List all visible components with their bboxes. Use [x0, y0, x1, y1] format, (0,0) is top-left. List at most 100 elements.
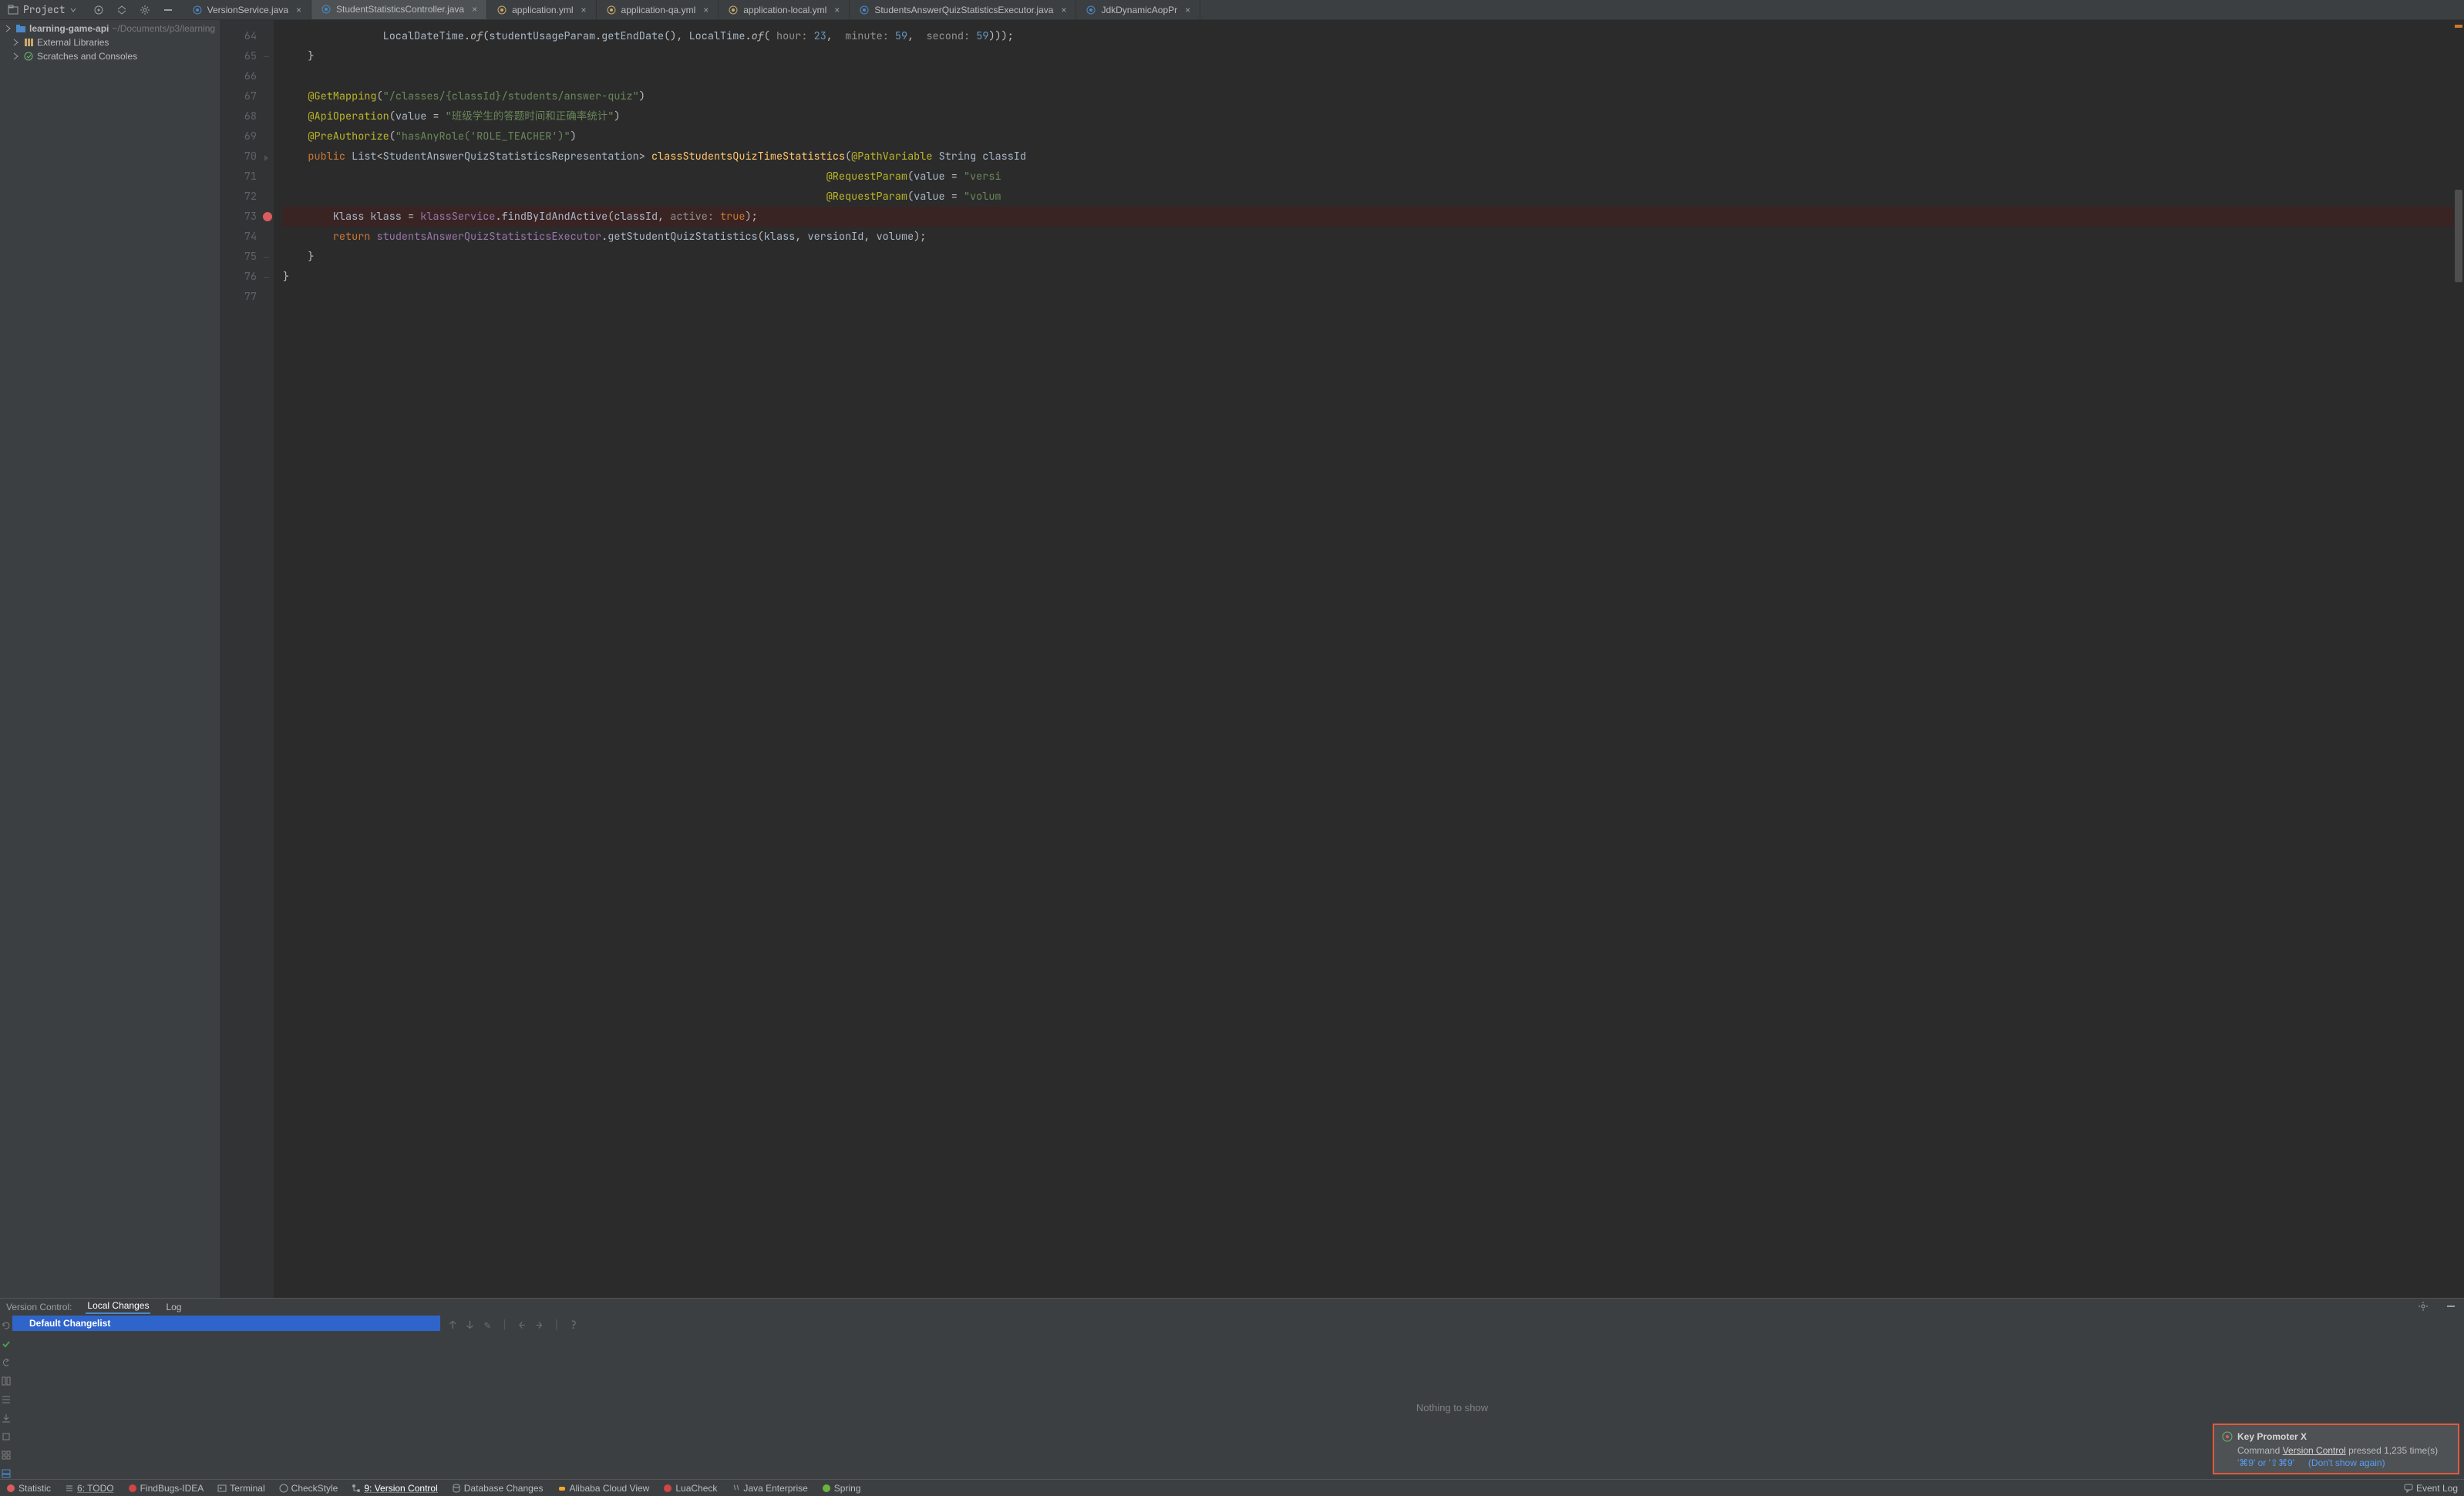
diff-back-icon[interactable]: ←	[519, 1319, 525, 1333]
bottom-bar-item[interactable]: CheckStyle	[279, 1483, 338, 1494]
bottom-bar-item[interactable]: 9: Version Control	[352, 1483, 437, 1494]
bottom-bar-item[interactable]: Statistic	[6, 1483, 51, 1494]
code-line[interactable]: }	[283, 46, 2453, 66]
code-line[interactable]	[283, 287, 2453, 307]
gutter-line[interactable]: 66	[220, 66, 274, 86]
vcs-diff-preview: ↑ ↓ ✎ | ← → | ? Nothing to show	[440, 1316, 2464, 1479]
vcs-tab-local-changes[interactable]: Local Changes	[86, 1300, 150, 1314]
project-root[interactable]: learning-game-api ~/Documents/p3/learnin…	[0, 22, 220, 35]
file-icon	[497, 5, 507, 15]
close-icon[interactable]: ×	[1061, 5, 1066, 15]
commit-icon[interactable]	[1, 1339, 12, 1349]
editor-scrollbar[interactable]	[2453, 20, 2464, 1298]
bottom-bar-item[interactable]: Spring	[822, 1483, 861, 1494]
diff-next-icon[interactable]: ↓	[466, 1319, 473, 1333]
editor-tab[interactable]: StudentsAnswerQuizStatisticsExecutor.jav…	[850, 0, 1076, 19]
bottom-bar-item[interactable]: LuaCheck	[663, 1483, 717, 1494]
code-line[interactable]: public List<StudentAnswerQuizStatisticsR…	[283, 147, 2453, 167]
tree-item-external-libraries[interactable]: External Libraries	[0, 35, 220, 49]
gutter-line[interactable]: 67	[220, 86, 274, 106]
gutter-line[interactable]: 64	[220, 26, 274, 46]
code-line[interactable]: @RequestParam(value = "versi	[283, 167, 2453, 187]
group-icon[interactable]	[1, 1431, 12, 1442]
editor-tab[interactable]: JdkDynamicAopPr×	[1076, 0, 1200, 19]
gutter-line[interactable]: 73	[220, 207, 274, 227]
close-icon[interactable]: ×	[296, 5, 301, 15]
vcs-tab-log[interactable]: Log	[164, 1302, 183, 1312]
gutter-line[interactable]: 65	[220, 46, 274, 66]
close-icon[interactable]: ×	[834, 5, 840, 15]
bottom-bar-item[interactable]: Terminal	[217, 1483, 264, 1494]
top-row: Project VersionService.java×StudentStati…	[0, 0, 2464, 20]
changelist-icon[interactable]	[1, 1394, 12, 1405]
code-area[interactable]: LocalDateTime.of(studentUsageParam.getEn…	[274, 20, 2453, 1298]
editor-tab[interactable]: application-local.yml×	[719, 0, 850, 19]
changelist-default[interactable]: Default Changelist	[12, 1316, 440, 1331]
tree-item-scratches[interactable]: Scratches and Consoles	[0, 49, 220, 63]
editor-tab[interactable]: VersionService.java×	[183, 0, 311, 19]
bottom-bar-item[interactable]: FindBugs-IDEA	[128, 1483, 204, 1494]
code-line[interactable]: }	[283, 247, 2453, 267]
code-line[interactable]: @GetMapping("/classes/{classId}/students…	[283, 86, 2453, 106]
expand-all-icon[interactable]	[1, 1450, 12, 1461]
diff-help-icon[interactable]: ?	[571, 1319, 577, 1333]
notification-body-link[interactable]: Version Control	[2283, 1445, 2346, 1456]
diff-forward-icon[interactable]: →	[536, 1319, 542, 1333]
code-line[interactable]: @PreAuthorize("hasAnyRole('ROLE_TEACHER'…	[283, 126, 2453, 147]
editor-tab[interactable]: application.yml×	[487, 0, 596, 19]
close-icon[interactable]: ×	[1185, 5, 1190, 15]
project-selector[interactable]: Project	[0, 0, 84, 19]
bottom-bar-item-label: Java Enterprise	[743, 1483, 807, 1494]
vcs-header: Version Control: Local Changes Log	[0, 1299, 2464, 1316]
gear-icon[interactable]	[138, 3, 152, 17]
bottom-bar-item-label: Statistic	[19, 1483, 51, 1494]
minimize-icon[interactable]	[2444, 1301, 2458, 1314]
gutter-line[interactable]: 68	[220, 106, 274, 126]
expand-icon[interactable]	[115, 3, 129, 17]
close-icon[interactable]: ×	[472, 4, 477, 15]
notification-dont-show-link[interactable]: (Don't show again)	[2308, 1457, 2385, 1468]
rollback-icon[interactable]	[1, 1357, 12, 1368]
gutter[interactable]: 6465666768697071727374757677	[220, 20, 274, 1298]
gear-icon[interactable]	[2416, 1301, 2430, 1314]
project-icon	[8, 5, 19, 15]
gutter-line[interactable]: 69	[220, 126, 274, 147]
gutter-line[interactable]: 76	[220, 267, 274, 287]
diff-icon[interactable]	[1, 1376, 12, 1386]
vcs-local-changes-list[interactable]: Default Changelist	[12, 1316, 440, 1479]
gutter-line[interactable]: 72	[220, 187, 274, 207]
gutter-line[interactable]: 75	[220, 247, 274, 267]
bottom-bar-item[interactable]: Alibaba Cloud View	[557, 1483, 650, 1494]
shelve-icon[interactable]	[1, 1413, 12, 1424]
editor-tab[interactable]: StudentStatisticsController.java×	[311, 0, 487, 19]
notification-key-promoter[interactable]: Key Promoter X Command Version Control p…	[2213, 1424, 2459, 1474]
refresh-icon[interactable]	[1, 1320, 12, 1331]
code-line[interactable]: }	[283, 267, 2453, 287]
bottom-bar-item[interactable]: Java Enterprise	[731, 1483, 807, 1494]
bottom-bar-item[interactable]: 6: TODO	[65, 1483, 114, 1494]
project-tree[interactable]: learning-game-api ~/Documents/p3/learnin…	[0, 20, 220, 1298]
vcs-panel: Version Control: Local Changes Log D	[0, 1298, 2464, 1479]
code-line[interactable]	[283, 66, 2453, 86]
minimize-icon[interactable]	[161, 3, 175, 17]
bottom-bar-item[interactable]: Database Changes	[452, 1483, 544, 1494]
code-line[interactable]: @RequestParam(value = "volum	[283, 187, 2453, 207]
close-icon[interactable]: ×	[581, 5, 587, 15]
editor-tab[interactable]: application-qa.yml×	[597, 0, 719, 19]
code-line[interactable]: Klass klass = klassService.findByIdAndAc…	[283, 207, 2453, 227]
close-icon[interactable]: ×	[703, 5, 709, 15]
event-log-button[interactable]: Event Log	[2404, 1483, 2458, 1494]
gutter-line[interactable]: 70	[220, 147, 274, 167]
locate-icon[interactable]	[92, 3, 106, 17]
code-line[interactable]: LocalDateTime.of(studentUsageParam.getEn…	[283, 26, 2453, 46]
code-line[interactable]: @ApiOperation(value = "班级学生的答题时间和正确率统计")	[283, 106, 2453, 126]
preview-icon[interactable]	[1, 1468, 12, 1479]
code-line[interactable]: return studentsAnswerQuizStatisticsExecu…	[283, 227, 2453, 247]
gutter-line[interactable]: 71	[220, 167, 274, 187]
scrollbar-thumb[interactable]	[2455, 190, 2462, 282]
gutter-line[interactable]: 77	[220, 287, 274, 307]
bottom-bar-item-label: 6: TODO	[77, 1483, 114, 1494]
diff-edit-icon[interactable]: ✎	[484, 1319, 490, 1333]
gutter-line[interactable]: 74	[220, 227, 274, 247]
diff-prev-icon[interactable]: ↑	[449, 1319, 456, 1333]
